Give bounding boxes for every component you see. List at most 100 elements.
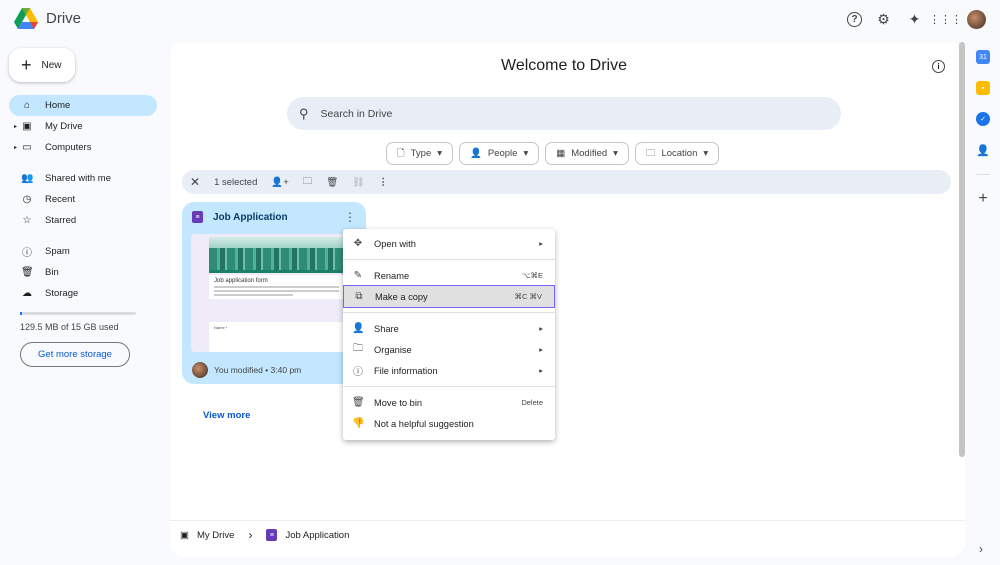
side-panel: 31 ▪ ✓ 👤 + <box>972 50 994 207</box>
drive-logo[interactable]: Drive <box>14 8 81 29</box>
sidebar-item-starred[interactable]: ☆ Starred <box>9 210 157 231</box>
sidebar-item-computers[interactable]: ▸ ▭ Computers <box>9 137 157 158</box>
trash-icon[interactable]: 🗑 <box>326 177 338 188</box>
filter-modified[interactable]: ▦ Modified ▾ <box>545 142 629 165</box>
person-icon: 👤 <box>470 148 482 159</box>
menu-share[interactable]: 👤 Share ▸ <box>343 318 555 339</box>
forms-icon: ≡ <box>266 529 278 541</box>
gemini-icon[interactable]: ✦ <box>905 10 924 29</box>
dropdown-icon: ▾ <box>437 148 443 159</box>
close-icon[interactable]: ✕ <box>190 175 200 189</box>
filter-location[interactable]: 🗀 Location ▾ <box>634 142 720 165</box>
contacts-icon[interactable]: 👤 <box>976 143 990 157</box>
tasks-icon[interactable]: ✓ <box>976 112 990 126</box>
breadcrumb-my-drive[interactable]: My Drive <box>197 530 234 541</box>
page-title: Welcome to Drive <box>501 57 627 74</box>
plus-icon: + <box>21 54 32 75</box>
avatar[interactable] <box>967 10 986 29</box>
breadcrumb-file[interactable]: Job Application <box>285 530 349 541</box>
menu-make-copy[interactable]: ⧉ Make a copy ⌘C ⌘V <box>343 285 555 308</box>
folder-icon: 🗀 <box>645 147 656 159</box>
home-icon: ⌂ <box>23 100 31 111</box>
file-icon: 🗋 <box>397 147 405 159</box>
menu-open-with[interactable]: ✥ Open with ▸ <box>343 233 555 254</box>
search-input[interactable]: ⚲ Search in Drive <box>287 97 841 130</box>
add-icon[interactable]: + <box>976 190 990 207</box>
avatar <box>192 362 208 378</box>
scrollbar[interactable] <box>959 42 965 457</box>
expand-arrow-icon[interactable]: ▸ <box>14 144 17 151</box>
share-icon: 👤 <box>352 323 365 334</box>
breadcrumb: ▣ My Drive › ≡ Job Application <box>180 528 349 542</box>
menu-organise[interactable]: 🗀 Organise ▸ <box>343 339 555 360</box>
menu-move-to-bin[interactable]: 🗑 Move to bin Delete <box>343 392 555 413</box>
settings-icon[interactable]: ⚙ <box>874 10 893 29</box>
storage-text: 129.5 MB of 15 GB used <box>20 322 119 332</box>
search-icon: ⚲ <box>299 105 309 121</box>
sidebar-item-home[interactable]: ⌂ Home <box>9 95 157 116</box>
sidebar-item-bin[interactable]: 🗑 Bin <box>9 262 157 283</box>
submenu-arrow-icon: ▸ <box>539 366 543 375</box>
more-icon[interactable]: ⋮ <box>378 177 388 188</box>
submenu-arrow-icon: ▸ <box>539 324 543 333</box>
pencil-icon: ✎ <box>353 270 363 281</box>
apps-icon[interactable]: ⋮⋮⋮ <box>929 10 962 29</box>
forms-icon: ≡ <box>192 211 203 223</box>
storage-bar <box>20 312 136 315</box>
sidebar-item-my-drive[interactable]: ▸ ▣ My Drive <box>9 116 157 137</box>
more-actions-icon[interactable]: ⋮ <box>344 210 356 224</box>
drive-icon: ▣ <box>22 121 32 132</box>
clock-icon: ◷ <box>22 194 32 205</box>
link-icon[interactable]: ⛓ <box>352 177 364 188</box>
sidebar-nav: ⌂ Home ▸ ▣ My Drive ▸ ▭ Computers 👥 Shared wit… <box>9 95 157 304</box>
bin-icon: 🗑 <box>21 267 34 278</box>
dropdown-icon: ▾ <box>703 148 709 159</box>
file-name: Job Application <box>213 211 288 223</box>
chevron-right-icon[interactable]: › <box>979 542 983 556</box>
share-icon[interactable]: 👤+ <box>271 177 288 188</box>
thumbs-down-icon: 👎 <box>352 418 365 429</box>
info-icon[interactable]: i <box>932 60 945 73</box>
dropdown-icon: ▾ <box>523 148 529 159</box>
open-with-icon: ✥ <box>353 238 363 249</box>
help-icon[interactable]: ? <box>847 12 862 27</box>
drive-logo-icon <box>14 8 38 29</box>
main-panel: Welcome to Drive i ⚲ Search in Drive 🗋 Typ… <box>170 42 965 557</box>
drive-icon: ▣ <box>180 529 189 541</box>
sidebar-item-spam[interactable]: ⓘ Spam <box>9 241 157 262</box>
sidebar-item-shared[interactable]: 👥 Shared with me <box>9 168 157 189</box>
selection-count: 1 selected <box>214 176 258 188</box>
people-icon: 👥 <box>21 173 34 184</box>
menu-not-helpful[interactable]: 👎 Not a helpful suggestion <box>343 413 555 434</box>
calendar-icon: ▦ <box>556 148 566 159</box>
filter-people[interactable]: 👤 People ▾ <box>459 142 540 165</box>
get-more-storage-button[interactable]: Get more storage <box>20 342 130 367</box>
move-icon[interactable]: 🗀 <box>303 174 313 190</box>
sidebar-item-recent[interactable]: ◷ Recent <box>9 189 157 210</box>
menu-rename[interactable]: ✎ Rename ⌥⌘E <box>343 265 555 286</box>
context-menu: ✥ Open with ▸ ✎ Rename ⌥⌘E ⧉ Make a copy ⌘C ⌘V… <box>343 229 555 440</box>
calendar-icon[interactable]: 31 <box>976 50 990 64</box>
submenu-arrow-icon: ▸ <box>539 239 543 248</box>
info-icon: ⓘ <box>353 367 363 378</box>
file-card[interactable]: ≡ Job Application ⋮ Job application form … <box>182 202 366 384</box>
dropdown-icon: ▾ <box>613 148 618 159</box>
copy-icon: ⧉ <box>355 291 363 302</box>
expand-arrow-icon[interactable]: ▸ <box>14 123 17 130</box>
spam-icon: ⓘ <box>22 248 32 259</box>
file-preview: Job application form Name * <box>191 234 357 352</box>
submenu-arrow-icon: ▸ <box>539 345 543 354</box>
chevron-right-icon: › <box>248 528 253 542</box>
selection-bar: ✕ 1 selected 👤+ 🗀 🗑 ⛓ ⋮ <box>182 170 951 194</box>
keep-icon[interactable]: ▪ <box>976 81 990 95</box>
folder-icon: 🗀 <box>353 343 363 354</box>
cloud-icon: ☁ <box>22 288 32 299</box>
app-name: Drive <box>46 10 82 27</box>
trash-icon: 🗑 <box>352 397 365 408</box>
menu-file-info[interactable]: ⓘ File information ▸ <box>343 360 555 381</box>
sidebar-item-storage[interactable]: ☁ Storage <box>9 283 157 304</box>
filter-type[interactable]: 🗋 Type ▾ <box>386 142 454 165</box>
view-more-link[interactable]: View more <box>203 410 250 421</box>
star-icon: ☆ <box>22 215 32 226</box>
new-button[interactable]: + New <box>9 48 75 82</box>
